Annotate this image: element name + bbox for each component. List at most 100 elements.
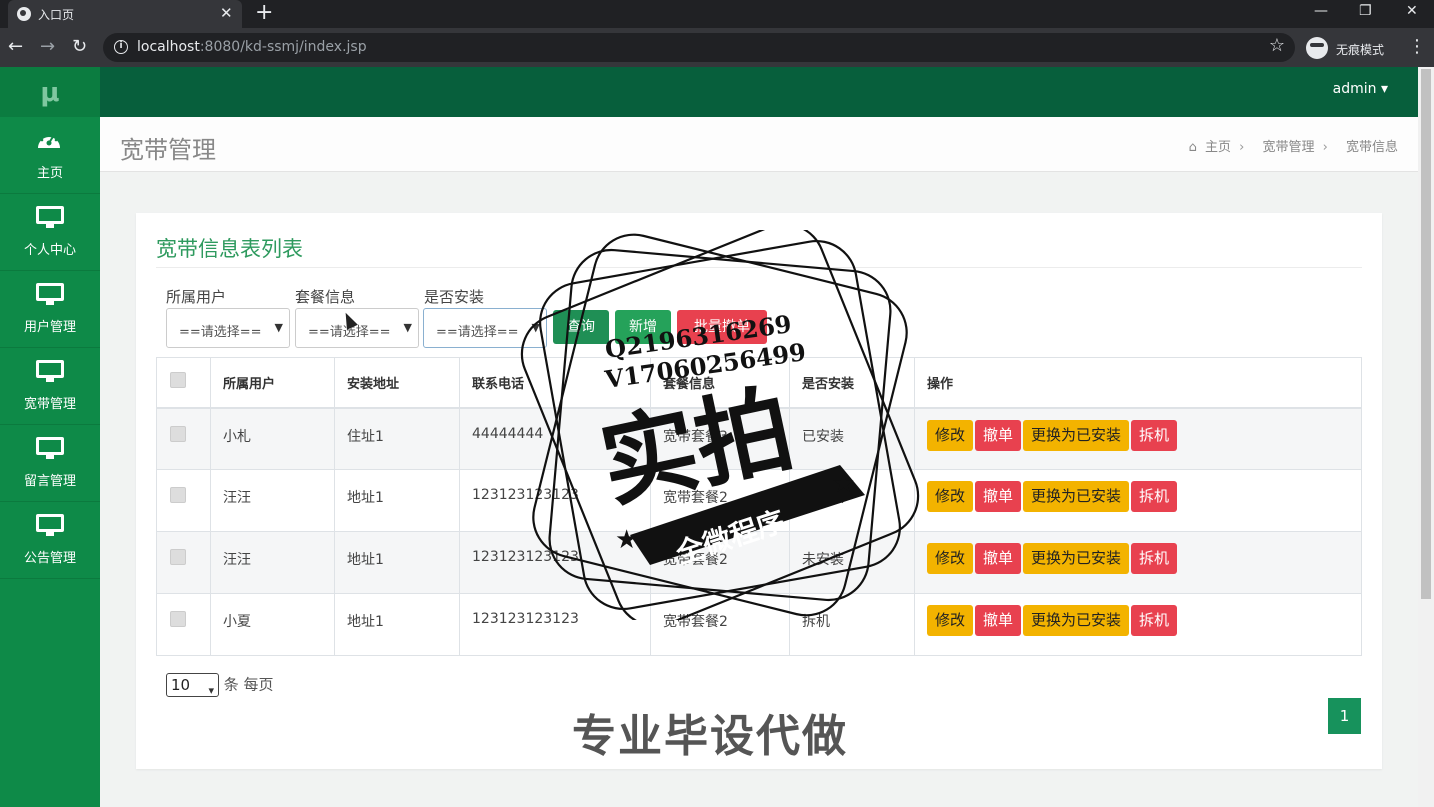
edit-button[interactable]: 修改 xyxy=(927,605,974,636)
row-checkbox[interactable] xyxy=(170,549,186,565)
sidebar-item-notice-management[interactable]: 公告管理 xyxy=(0,502,100,579)
actions-cell: 修改 撤单 更换为已安装 拆机 xyxy=(914,469,1362,532)
browser-tabbar: 入口页 ✕ + — ❐ ✕ xyxy=(0,0,1434,28)
back-icon[interactable]: ← xyxy=(8,35,23,59)
table-cell: 宽带套餐2 xyxy=(650,531,790,594)
column-header: 联系电话 xyxy=(459,357,651,409)
scroll-thumb[interactable] xyxy=(1421,69,1431,599)
monitor-icon xyxy=(36,283,64,305)
scrollbar[interactable] xyxy=(1418,67,1434,807)
table-cell: 住址1 xyxy=(334,407,460,470)
cancel-order-button[interactable]: 撤单 xyxy=(975,543,1022,574)
edit-button[interactable]: 修改 xyxy=(927,419,974,451)
dismantle-button[interactable]: 拆机 xyxy=(1131,605,1178,636)
url-host: localhost xyxy=(137,39,200,55)
incognito-label: 无痕模式 xyxy=(1336,43,1385,57)
pagination-page-1[interactable]: 1 xyxy=(1328,698,1361,734)
user-menu[interactable]: admin ▾ xyxy=(1333,81,1388,97)
sidebar-label-user-management: 用户管理 xyxy=(23,320,76,335)
breadcrumb: ⌂ 主页 › 宽带管理 › 宽带信息 xyxy=(1185,136,1398,155)
filter-user: 所属用户 xyxy=(166,286,226,307)
table-cell: 小夏 xyxy=(210,593,335,656)
restore-button[interactable]: ❐ xyxy=(1359,1,1372,21)
sidebar-item-message-management[interactable]: 留言管理 xyxy=(0,425,100,502)
cancel-order-button[interactable]: 撤单 xyxy=(975,419,1022,451)
dismantle-button[interactable]: 拆机 xyxy=(1131,543,1178,574)
browser-tab[interactable]: 入口页 ✕ xyxy=(8,0,242,28)
filter-installed: 是否安装 xyxy=(424,286,484,307)
filter-package-select[interactable]: ==请选择== ▼ xyxy=(295,308,419,348)
table-row: 小札 住址1 44444444 宽带套餐3 已安装 修改 撤单 更换为已安装 拆机 xyxy=(156,407,1362,470)
column-header: 是否安装 xyxy=(789,357,915,409)
sidebar-item-home[interactable]: 主页 xyxy=(0,117,100,194)
table-row: 汪汪 地址1 123123123123 宽带套餐2 未安装 修改 撤单 更换为已安装 拆机 xyxy=(156,469,1362,532)
sidebar-item-user-management[interactable]: 用户管理 xyxy=(0,271,100,348)
actions-cell: 修改 撤单 更换为已安装 拆机 xyxy=(914,407,1362,470)
mark-installed-button[interactable]: 更换为已安装 xyxy=(1023,481,1130,512)
monitor-icon xyxy=(36,360,64,382)
page-size-select[interactable]: 10 ▾ xyxy=(166,673,219,697)
globe-icon xyxy=(17,7,31,21)
select-all-checkbox[interactable] xyxy=(170,372,186,389)
cancel-order-button[interactable]: 撤单 xyxy=(975,481,1022,512)
breadcrumb-home[interactable]: 主页 xyxy=(1205,140,1231,155)
table-cell: 拆机 xyxy=(789,593,915,656)
menu-dots-icon[interactable]: ⋮ xyxy=(1408,36,1426,57)
add-button[interactable]: 新增 xyxy=(615,310,671,344)
sidebar-item-broadband-management[interactable]: 宽带管理 xyxy=(0,348,100,425)
filter-user-value: ==请选择== xyxy=(179,325,262,340)
row-checkbox-cell xyxy=(156,531,211,594)
filter-label-user: 所属用户 xyxy=(166,288,227,306)
breadcrumb-current: 宽带信息 xyxy=(1345,140,1398,155)
new-tab-button[interactable]: + xyxy=(255,1,273,25)
forward-icon[interactable]: → xyxy=(40,35,55,59)
tab-close-icon[interactable]: ✕ xyxy=(220,4,233,22)
window-close-button[interactable]: ✕ xyxy=(1406,1,1418,21)
chevron-down-icon: ▾ xyxy=(208,684,214,697)
column-header: 操作 xyxy=(914,357,1362,409)
edit-button[interactable]: 修改 xyxy=(927,481,974,512)
row-checkbox-cell xyxy=(156,407,211,470)
bookmark-star-icon[interactable]: ☆ xyxy=(1269,35,1285,56)
table-cell: 123123123123 xyxy=(459,531,651,594)
row-checkbox[interactable] xyxy=(170,611,186,627)
page-size-value: 10 xyxy=(171,676,191,694)
reload-icon[interactable]: ↻ xyxy=(72,35,87,59)
select-all-cell xyxy=(156,357,211,409)
address-bar[interactable]: i localhost:8080/kd-ssmj/index.jsp ☆ xyxy=(103,33,1295,62)
chevron-down-icon: ▼ xyxy=(403,321,412,334)
mark-installed-button[interactable]: 更换为已安装 xyxy=(1023,543,1130,574)
url-text: localhost:8080/kd-ssmj/index.jsp xyxy=(137,39,367,55)
query-button[interactable]: 查询 xyxy=(553,310,609,344)
url-path: :8080/kd-ssmj/index.jsp xyxy=(199,39,367,55)
sidebar: μ 主页 个人中心 用户管理 宽带管理 留言管理 公告管理 xyxy=(0,67,100,807)
row-checkbox[interactable] xyxy=(170,425,186,442)
watermark-bottom-text: 专业毕设代做 xyxy=(572,711,848,762)
edit-button[interactable]: 修改 xyxy=(927,543,974,574)
mark-installed-button[interactable]: 更换为已安装 xyxy=(1023,605,1130,636)
page-header: 宽带管理 ⌂ 主页 › 宽带管理 › 宽带信息 xyxy=(100,117,1418,172)
table-cell: 123123123123 xyxy=(459,593,651,656)
incognito-icon[interactable] xyxy=(1306,37,1328,59)
table-cell: 小札 xyxy=(210,407,335,470)
filter-installed-select[interactable]: ==请选择== ▼ xyxy=(423,308,547,348)
table-cell: 未安装 xyxy=(789,531,915,594)
mark-installed-button[interactable]: 更换为已安装 xyxy=(1023,419,1130,451)
sidebar-label-home: 主页 xyxy=(36,166,63,181)
table-cell: 未安装 xyxy=(789,469,915,532)
sidebar-label-broadband-management: 宽带管理 xyxy=(23,397,76,412)
dismantle-button[interactable]: 拆机 xyxy=(1131,481,1178,512)
divider xyxy=(156,267,1362,268)
row-checkbox[interactable] xyxy=(170,487,186,503)
table-cell: 宽带套餐2 xyxy=(650,469,790,532)
dismantle-button[interactable]: 拆机 xyxy=(1131,419,1178,451)
table-cell: 汪汪 xyxy=(210,531,335,594)
filter-user-select[interactable]: ==请选择== ▼ xyxy=(166,308,290,348)
batch-delete-button[interactable]: 批量撤单 xyxy=(677,310,767,344)
sidebar-item-personal-center[interactable]: 个人中心 xyxy=(0,194,100,271)
card-title: 宽带信息表列表 xyxy=(156,237,303,261)
minimize-button[interactable]: — xyxy=(1314,1,1328,21)
cancel-order-button[interactable]: 撤单 xyxy=(975,605,1022,636)
breadcrumb-broadband[interactable]: 宽带管理 xyxy=(1262,140,1314,155)
info-icon[interactable]: i xyxy=(114,40,128,54)
